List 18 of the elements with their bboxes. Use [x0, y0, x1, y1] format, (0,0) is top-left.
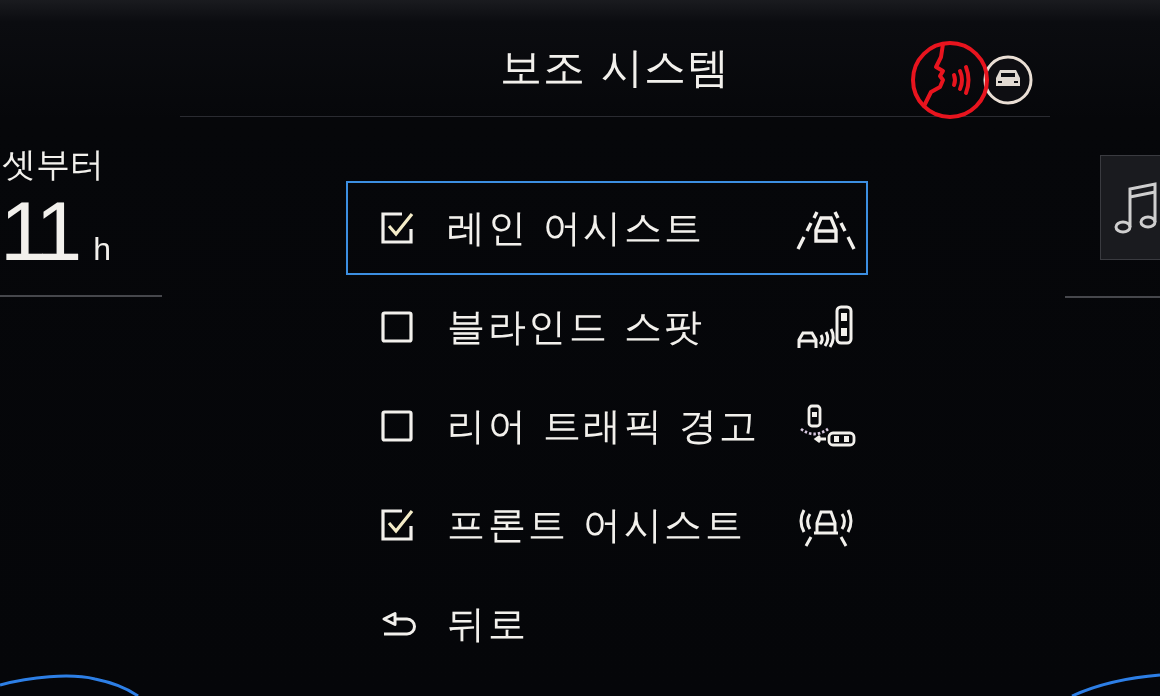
car-waves-vehicle-icon: [796, 305, 856, 349]
back-arrow-icon: [380, 611, 418, 637]
menu-item[interactable]: 프론트 어시스트: [346, 478, 868, 572]
car-icon: [983, 55, 1033, 105]
checkbox[interactable]: [380, 508, 414, 542]
checkbox[interactable]: [380, 310, 414, 344]
hours-value: 11: [0, 189, 78, 273]
checkbox[interactable]: [380, 409, 414, 443]
menu-item[interactable]: 리어 트래픽 경고: [346, 379, 868, 473]
menu-item[interactable]: 블라인드 스팟: [346, 280, 868, 374]
menu-item[interactable]: 레인 어시스트: [346, 181, 868, 275]
music-note-icon: [1113, 180, 1159, 235]
panel-label: 셋부터: [1, 143, 105, 186]
back-menu-item[interactable]: 뒤로: [346, 577, 868, 671]
hours-unit: h: [93, 231, 111, 268]
screen-title: 보조 시스템: [500, 42, 730, 94]
checkbox[interactable]: [380, 211, 414, 245]
speaking-head-icon: [910, 40, 990, 120]
